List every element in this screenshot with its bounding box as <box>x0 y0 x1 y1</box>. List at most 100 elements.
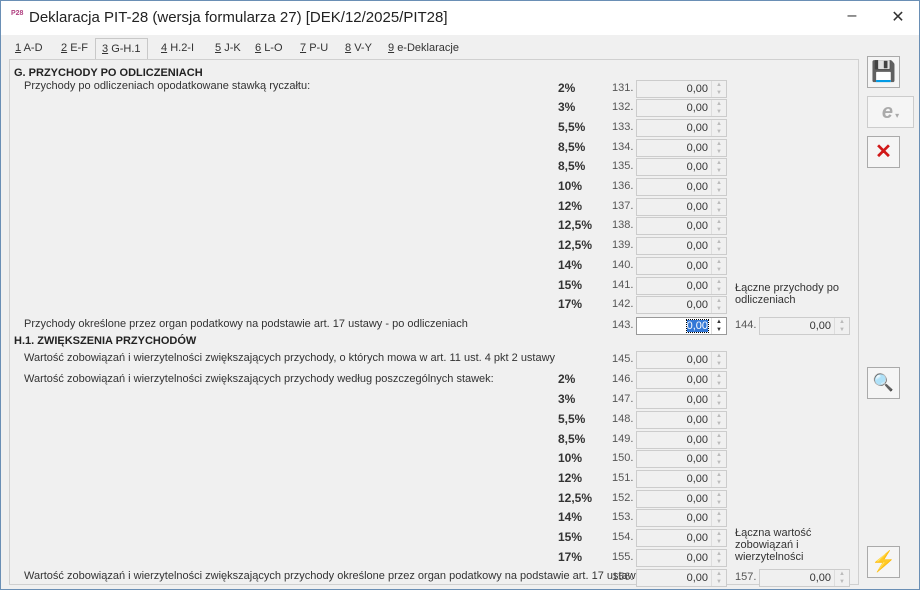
spinner[interactable]: ▲ ▼ <box>711 218 726 234</box>
calculate-button[interactable]: ⚡ <box>867 546 900 578</box>
spinner[interactable]: ▲ ▼ <box>711 412 726 428</box>
save-floppy-icon: 💾 <box>871 61 896 83</box>
field-number: 133. <box>612 121 634 133</box>
spin-down-icon: ▼ <box>839 327 845 333</box>
field-value: 0,00 <box>686 473 708 485</box>
amount-input[interactable]: 0,00 ▲ ▼ <box>636 411 727 429</box>
art11-amount-input[interactable]: 0,00 ▲ ▼ <box>636 351 727 369</box>
amount-input[interactable]: 0,00 ▲ ▼ <box>636 198 727 216</box>
spinner[interactable]: ▲ ▼ <box>711 510 726 526</box>
spinner[interactable]: ▲ ▼ <box>711 179 726 195</box>
spinner[interactable]: ▲ ▼ <box>711 258 726 274</box>
spinner[interactable]: ▲ ▼ <box>711 432 726 448</box>
tab-5[interactable]: 5 J-K <box>209 38 247 59</box>
tab-6[interactable]: 6 L-O <box>249 38 289 59</box>
spinner[interactable]: ▲ ▼ <box>711 491 726 507</box>
save-button[interactable]: 💾 <box>867 56 900 88</box>
amount-input[interactable]: 0,00 ▲ ▼ <box>636 529 727 547</box>
amount-input[interactable]: 0,00 ▲ ▼ <box>636 391 727 409</box>
spinner[interactable]: ▲ ▼ <box>711 471 726 487</box>
tab-3[interactable]: 3 G-H.1 <box>95 38 148 60</box>
amount-input[interactable]: 0,00 ▲ ▼ <box>636 277 727 295</box>
spin-down-icon: ▼ <box>716 188 722 194</box>
field-value: 0,00 <box>686 552 708 564</box>
tab-label: E-F <box>70 42 88 54</box>
amount-input[interactable]: 0,00 ▲ ▼ <box>636 371 727 389</box>
amount-input[interactable]: 0,00 ▲ ▼ <box>636 257 727 275</box>
total-amount-input[interactable]: 0,00 ▲ ▼ <box>759 317 850 335</box>
spin-down-icon: ▼ <box>716 519 722 525</box>
amount-input[interactable]: 0,00 ▲ ▼ <box>636 237 727 255</box>
field-value: 0,00 <box>686 414 708 426</box>
total-amount-input[interactable]: 0,00 ▲ ▼ <box>759 569 850 587</box>
section-g-subtitle: Przychody po odliczeniach opodatkowane s… <box>24 80 311 92</box>
spinner[interactable]: ▲ ▼ <box>711 278 726 294</box>
tab-2[interactable]: 2 E-F <box>55 38 94 59</box>
spinner[interactable]: ▲ ▼ <box>711 392 726 408</box>
close-window-button[interactable]: ✕ <box>883 7 913 27</box>
field-number: 136. <box>612 180 634 192</box>
spinner[interactable]: ▲ ▼ <box>834 318 849 334</box>
spinner[interactable]: ▲ ▼ <box>711 120 726 136</box>
tab-4[interactable]: 4 H.2-I <box>155 38 200 59</box>
spinner[interactable]: ▲ ▼ <box>834 570 849 586</box>
spinner[interactable]: ▲ ▼ <box>711 297 726 313</box>
amount-input[interactable]: 0,00 ▲ ▼ <box>636 470 727 488</box>
spinner[interactable]: ▲ ▼ <box>711 530 726 546</box>
amount-input[interactable]: 0,00 ▲ ▼ <box>636 158 727 176</box>
spin-down-icon: ▼ <box>716 149 722 155</box>
amount-input[interactable]: 0,00 ▲ ▼ <box>636 119 727 137</box>
spinner[interactable]: ▲ ▼ <box>711 81 726 97</box>
spinner[interactable]: ▲ ▼ <box>711 451 726 467</box>
field-value: 0,00 <box>686 434 708 446</box>
rate-label: 8,5% <box>558 140 586 154</box>
field-value: 0,00 <box>809 572 831 584</box>
amount-input[interactable]: 0,00 ▲ ▼ <box>636 99 727 117</box>
tab-1[interactable]: 1 A-D <box>9 38 49 59</box>
amount-input[interactable]: 0,00 ▲ ▼ <box>636 450 727 468</box>
spin-down-icon: ▼ <box>716 361 722 367</box>
e-declaration-button[interactable]: e ▾ <box>867 96 914 128</box>
field-value: 0,00 <box>686 220 708 232</box>
amount-input[interactable]: 0,00 ▲ ▼ <box>636 178 727 196</box>
spinner[interactable]: ▲ ▼ <box>711 199 726 215</box>
spinner[interactable]: ▲ ▼ <box>711 318 726 334</box>
spinner[interactable]: ▲ ▼ <box>711 550 726 566</box>
spin-up-icon: ▲ <box>716 219 722 225</box>
rate-label: 14% <box>558 258 583 272</box>
spin-down-icon: ▼ <box>716 559 722 565</box>
spinner[interactable]: ▲ ▼ <box>711 352 726 368</box>
field-number: 146. <box>612 373 634 385</box>
amount-input[interactable]: 0,00 ▲ ▼ <box>636 296 727 314</box>
minimize-button[interactable]: – <box>837 7 867 25</box>
amount-input[interactable]: 0,00 ▲ ▼ <box>636 490 727 508</box>
spinner[interactable]: ▲ ▼ <box>711 140 726 156</box>
organ-amount-input[interactable]: 0,00 ▲ ▼ <box>636 569 727 587</box>
amount-input[interactable]: 0,00 ▲ ▼ <box>636 80 727 98</box>
tab-8[interactable]: 8 V-Y <box>339 38 378 59</box>
amount-input[interactable]: 0,00 ▲ ▼ <box>636 509 727 527</box>
spinner[interactable]: ▲ ▼ <box>711 238 726 254</box>
spin-up-icon: ▲ <box>716 393 722 399</box>
spinner[interactable]: ▲ ▼ <box>711 372 726 388</box>
spinner[interactable]: ▲ ▼ <box>711 100 726 116</box>
spin-down-icon: ▼ <box>716 539 722 545</box>
amount-input[interactable]: 0,00 ▲ ▼ <box>636 217 727 235</box>
spin-up-icon: ▲ <box>716 101 722 107</box>
spinner[interactable]: ▲ ▼ <box>711 159 726 175</box>
tab-9[interactable]: 9 e-Deklaracje <box>382 38 465 59</box>
amount-input[interactable]: 0,00 ▲ ▼ <box>636 549 727 567</box>
amount-input[interactable]: 0,00 ▲ ▼ <box>636 139 727 157</box>
preview-button[interactable]: 🔍 <box>867 367 900 399</box>
field-value: 0,00 <box>686 280 708 292</box>
organ-amount-input[interactable]: 0,00 ▲ ▼ <box>636 317 727 335</box>
cancel-button[interactable]: ✕ <box>867 136 900 168</box>
e-icon: e <box>881 101 893 123</box>
spin-up-icon: ▲ <box>716 298 722 304</box>
spin-up-icon: ▲ <box>716 551 722 557</box>
amount-input[interactable]: 0,00 ▲ ▼ <box>636 431 727 449</box>
tab-7[interactable]: 7 P-U <box>294 38 334 59</box>
spin-up-icon: ▲ <box>716 121 722 127</box>
spinner[interactable]: ▲ ▼ <box>711 570 726 586</box>
rate-label: 15% <box>558 278 583 292</box>
